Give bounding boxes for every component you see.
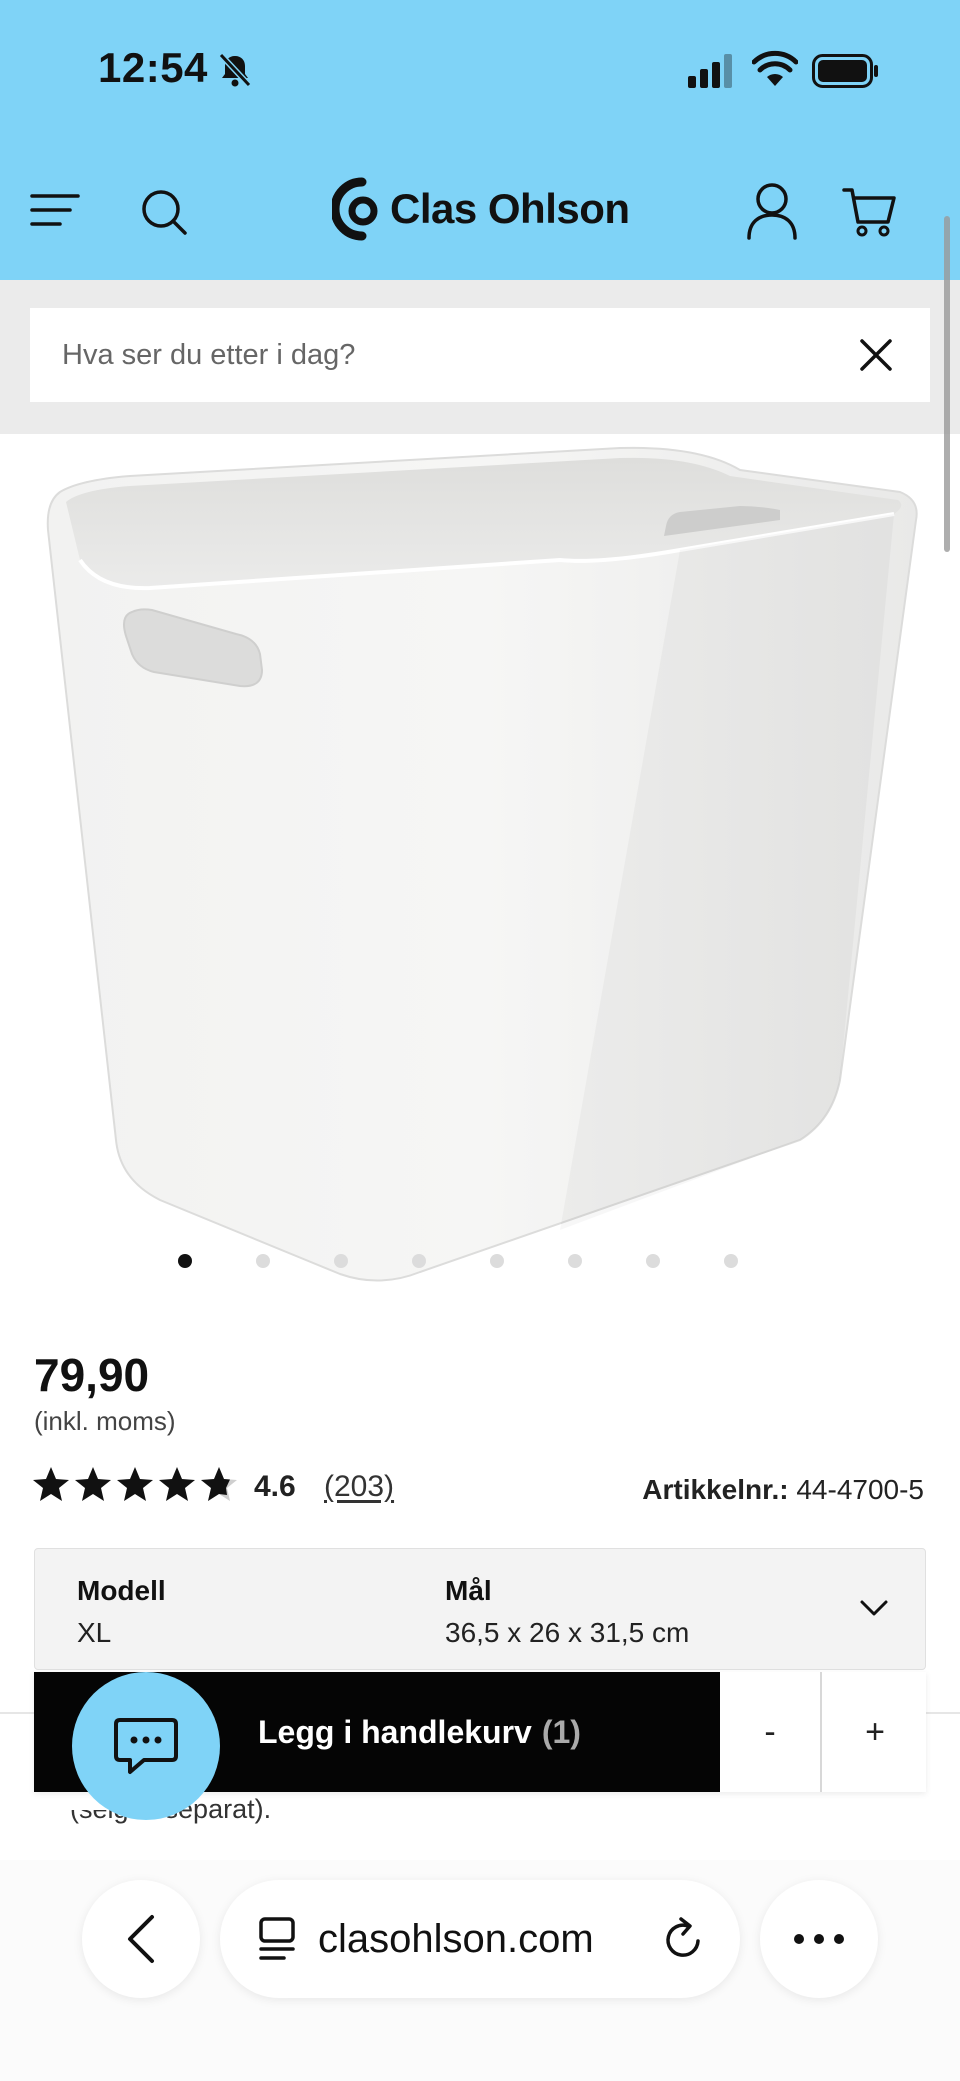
carousel-dot[interactable] bbox=[178, 1254, 192, 1268]
cart-icon[interactable] bbox=[842, 186, 898, 238]
url-text: clasohlson.com bbox=[318, 1916, 594, 1961]
reader-icon[interactable] bbox=[258, 1916, 298, 1962]
rating-stars[interactable] bbox=[32, 1466, 238, 1502]
chat-icon bbox=[114, 1718, 178, 1774]
article-number: Artikkelnr.: 44-4700-5 bbox=[642, 1474, 924, 1506]
status-time: 12:54 bbox=[98, 44, 208, 91]
quantity-increase-button[interactable]: + bbox=[824, 1672, 926, 1792]
article-number-label: Artikkelnr.: bbox=[642, 1474, 789, 1505]
cellular-signal-icon bbox=[688, 54, 732, 88]
more-icon bbox=[794, 1934, 844, 1944]
address-bar[interactable]: clasohlson.com bbox=[220, 1880, 740, 1998]
product-price: 79,90 bbox=[34, 1349, 150, 1401]
review-count-link[interactable]: (203) bbox=[324, 1470, 394, 1504]
carousel-dot[interactable] bbox=[568, 1254, 582, 1268]
browser-back-button[interactable] bbox=[82, 1880, 200, 1998]
model-value: XL bbox=[77, 1617, 112, 1648]
brand-logo[interactable]: Clas Ohlson bbox=[332, 176, 630, 242]
chat-button[interactable] bbox=[72, 1672, 220, 1820]
search-box bbox=[30, 308, 930, 402]
product-image[interactable] bbox=[40, 440, 920, 1290]
chevron-down-icon bbox=[860, 1600, 888, 1616]
article-number-value: 44-4700-5 bbox=[796, 1474, 924, 1505]
carousel-dot[interactable] bbox=[646, 1254, 660, 1268]
carousel-dot[interactable] bbox=[724, 1254, 738, 1268]
browser-more-button[interactable] bbox=[760, 1880, 878, 1998]
account-icon[interactable] bbox=[746, 182, 798, 240]
model-label: Modell bbox=[77, 1575, 166, 1606]
image-carousel-dots bbox=[0, 1250, 960, 1274]
quantity-decrease-button[interactable]: - bbox=[720, 1672, 822, 1792]
size-label: Mål bbox=[445, 1575, 492, 1606]
logo-text: Clas Ohlson bbox=[390, 185, 630, 232]
star-half-icon bbox=[201, 1467, 237, 1501]
rating-value: 4.6 bbox=[254, 1470, 296, 1503]
star-full-icon bbox=[33, 1467, 69, 1501]
logo-mark-icon bbox=[332, 177, 378, 241]
cart-quantity: (1) bbox=[541, 1713, 581, 1750]
carousel-dot[interactable] bbox=[256, 1254, 270, 1268]
search-input[interactable] bbox=[30, 308, 856, 402]
variant-selector[interactable]: Modell XL Mål 36,5 x 26 x 31,5 cm bbox=[34, 1548, 926, 1670]
star-full-icon bbox=[159, 1467, 195, 1501]
carousel-dot[interactable] bbox=[490, 1254, 504, 1268]
bell-muted-icon bbox=[218, 52, 252, 88]
chevron-left-icon bbox=[128, 1915, 154, 1963]
carousel-dot[interactable] bbox=[412, 1254, 426, 1268]
page: 12:54 Clas Ohlson Hva ser du etter i dag… bbox=[0, 0, 960, 2081]
menu-icon[interactable] bbox=[30, 190, 80, 230]
scroll-indicator[interactable] bbox=[944, 216, 950, 552]
carousel-dot[interactable] bbox=[334, 1254, 348, 1268]
star-full-icon bbox=[117, 1467, 153, 1501]
add-to-cart-label: Legg i handlekurv bbox=[258, 1713, 532, 1750]
battery-icon bbox=[812, 54, 878, 88]
size-value: 36,5 x 26 x 31,5 cm bbox=[445, 1617, 690, 1648]
price-vat-note: (inkl. moms) bbox=[34, 1406, 176, 1436]
search-icon[interactable] bbox=[140, 188, 188, 236]
close-icon[interactable] bbox=[856, 335, 896, 375]
reload-icon[interactable] bbox=[662, 1917, 706, 1961]
wifi-icon bbox=[752, 50, 798, 86]
star-full-icon bbox=[75, 1467, 111, 1501]
